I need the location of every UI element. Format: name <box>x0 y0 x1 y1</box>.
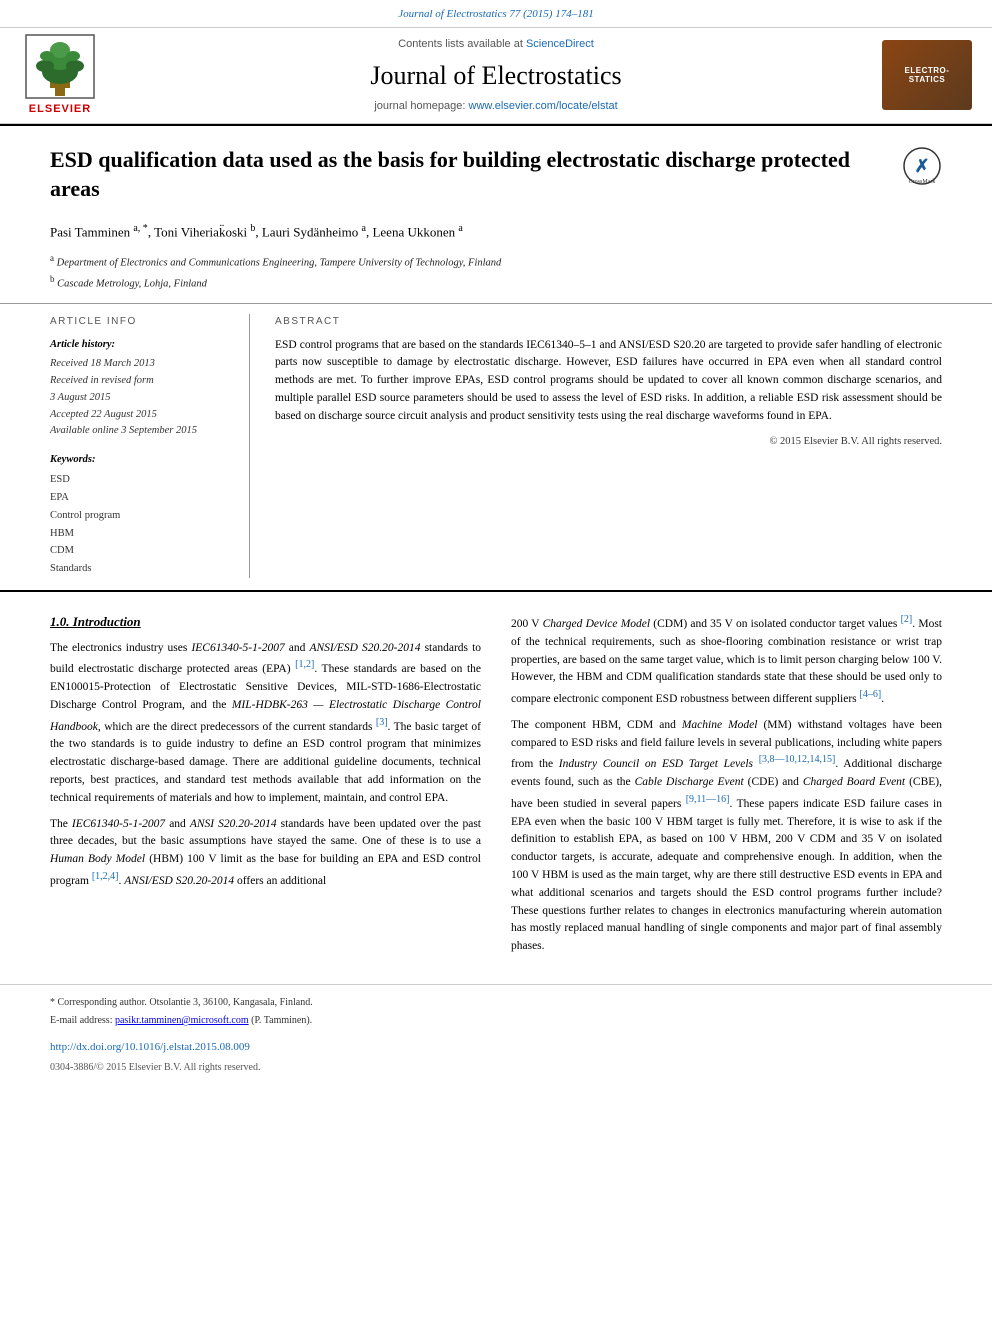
body-section: 1.0. Introduction The electronics indust… <box>0 590 992 964</box>
history-label: Article history: <box>50 337 234 353</box>
keyword-epa: EPA <box>50 489 234 507</box>
authors-section: Pasi Tamminen a, *, Toni Viheriak̈oski b… <box>0 213 992 250</box>
journal-header: Journal of Electrostatics 77 (2015) 174–… <box>0 0 992 126</box>
keywords-label: Keywords: <box>50 452 234 468</box>
keyword-esd: ESD <box>50 471 234 489</box>
keyword-hbm: HBM <box>50 525 234 543</box>
footnote-email: E-mail address: pasikr.tamminen@microsof… <box>50 1013 942 1028</box>
page: Journal of Electrostatics 77 (2015) 174–… <box>0 0 992 1323</box>
ref-9-16[interactable]: [9,11—16] <box>686 794 730 805</box>
body-para-1: The electronics industry uses IEC61340-5… <box>50 640 481 808</box>
email-link[interactable]: pasikr.tamminen@microsoft.com <box>115 1015 249 1026</box>
elsevier-brand-label: ELSEVIER <box>29 101 91 118</box>
article-title-section: ESD qualification data used as the basis… <box>0 126 992 213</box>
body-right-col: 200 V Charged Device Model (CDM) and 35 … <box>511 612 942 964</box>
ref-4-6[interactable]: [4–6] <box>860 689 882 700</box>
footnote-corresponding: * Corresponding author. Otsolantie 3, 36… <box>50 995 942 1010</box>
copyright-line: © 2015 Elsevier B.V. All rights reserved… <box>275 434 942 450</box>
journal-citation: Journal of Electrostatics 77 (2015) 174–… <box>0 0 992 27</box>
journal-center: Contents lists available at ScienceDirec… <box>110 36 882 115</box>
electrostatics-logo-text: ELECTRO-STATICS <box>905 66 950 85</box>
svg-text:✗: ✗ <box>914 156 929 176</box>
crossmark-icon: ✗ CrossMark <box>902 146 942 186</box>
ref-3[interactable]: [3] <box>376 717 388 728</box>
header-content: ELSEVIER Contents lists available at Sci… <box>0 27 992 125</box>
body-two-col: 1.0. Introduction The electronics indust… <box>50 612 942 964</box>
available-date: Available online 3 September 2015 <box>50 423 234 440</box>
article-info-col: ARTICLE INFO Article history: Received 1… <box>50 314 250 579</box>
sciencedirect-link[interactable]: ScienceDirect <box>526 38 594 50</box>
electrostatics-logo-box: ELECTRO-STATICS <box>882 40 972 110</box>
revised-date: Received in revised form3 August 2015 <box>50 373 234 407</box>
issn-line: 0304-3886/© 2015 Elsevier B.V. All right… <box>50 1060 942 1075</box>
ref-1-2[interactable]: [1,2] <box>295 659 314 670</box>
abstract-text: ESD control programs that are based on t… <box>275 337 942 426</box>
affiliations: a Department of Electronics and Communic… <box>0 250 992 303</box>
abstract-col: ABSTRACT ESD control programs that are b… <box>270 314 942 579</box>
info-abstract-section: ARTICLE INFO Article history: Received 1… <box>0 303 992 579</box>
body-para-4: The component HBM, CDM and Machine Model… <box>511 717 942 956</box>
keyword-standards: Standards <box>50 560 234 578</box>
ref-3-15[interactable]: [3,8—10,12,14,15] <box>759 754 836 765</box>
received-date: Received 18 March 2013 <box>50 356 234 373</box>
contents-line: Contents lists available at ScienceDirec… <box>110 36 882 53</box>
keyword-cdm: CDM <box>50 542 234 560</box>
elsevier-logo: ELSEVIER <box>10 34 110 118</box>
section-heading: 1.0. Introduction <box>50 612 481 632</box>
keyword-control: Control program <box>50 507 234 525</box>
article-title: ESD qualification data used as the basis… <box>50 146 902 203</box>
footer-section: * Corresponding author. Otsolantie 3, 36… <box>0 984 992 1085</box>
abstract-label: ABSTRACT <box>275 314 942 329</box>
affiliation-b: b Cascade Metrology, Lohja, Finland <box>50 273 942 292</box>
body-para-2: The IEC61340-5-1-2007 and ANSI S20.20-20… <box>50 816 481 891</box>
affiliation-a: a Department of Electronics and Communic… <box>50 252 942 271</box>
svg-text:CrossMark: CrossMark <box>909 179 936 185</box>
ref-1-2-4[interactable]: [1,2,4] <box>92 871 119 882</box>
accepted-date: Accepted 22 August 2015 <box>50 407 234 424</box>
homepage-link[interactable]: www.elsevier.com/locate/elstat <box>469 100 618 112</box>
elsevier-tree-icon <box>25 34 95 99</box>
journal-title: Journal of Electrostatics <box>110 56 882 95</box>
article-info-label: ARTICLE INFO <box>50 314 234 329</box>
doi-link[interactable]: http://dx.doi.org/10.1016/j.elstat.2015.… <box>50 1041 250 1053</box>
homepage-line: journal homepage: www.elsevier.com/locat… <box>110 98 882 115</box>
body-left-col: 1.0. Introduction The electronics indust… <box>50 612 481 964</box>
authors-line: Pasi Tamminen a, *, Toni Viheriak̈oski b… <box>50 221 942 242</box>
ref-2[interactable]: [2] <box>901 614 913 625</box>
body-para-3: 200 V Charged Device Model (CDM) and 35 … <box>511 612 942 709</box>
